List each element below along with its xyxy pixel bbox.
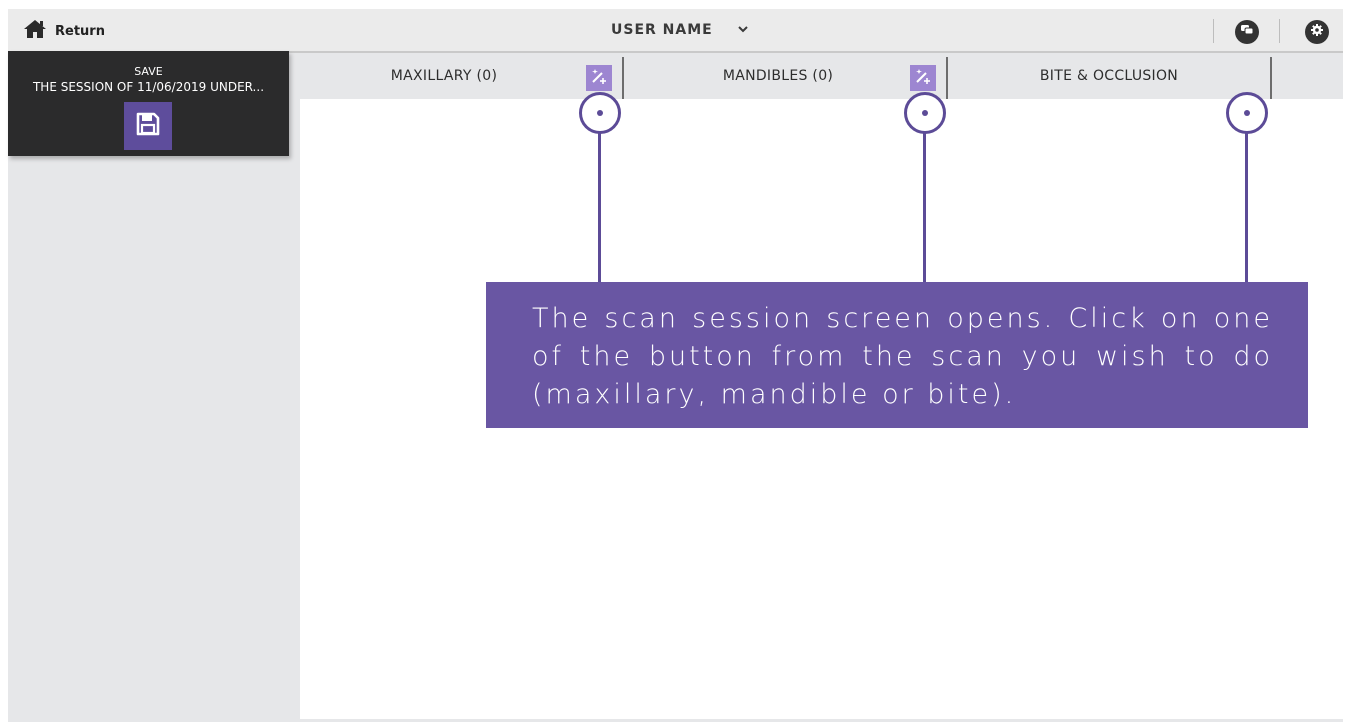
session-name: THE SESSION OF 11/06/2019 UNDER... xyxy=(32,80,265,94)
settings-button[interactable] xyxy=(1305,20,1329,44)
tab-bite-occlusion-label: BITE & OCCLUSION xyxy=(1039,68,1179,84)
return-label: Return xyxy=(55,23,105,39)
callout-line-maxillary xyxy=(598,133,601,282)
tab-maxillary[interactable]: MAXILLARY (0) xyxy=(300,53,588,99)
user-menu[interactable]: USER NAME xyxy=(611,21,749,39)
chat-button[interactable] xyxy=(1235,20,1259,44)
callout-line-mandibles xyxy=(923,133,926,282)
callout-pin-bite xyxy=(1226,92,1268,134)
home-icon xyxy=(23,19,47,44)
floppy-disk-icon xyxy=(135,111,161,142)
instruction-callout: The scan session screen opens. Click on … xyxy=(486,282,1308,428)
chevron-down-icon xyxy=(737,21,749,39)
callout-pin-maxillary xyxy=(579,92,621,134)
pin-dot xyxy=(597,110,603,116)
tab-divider xyxy=(1270,57,1272,101)
add-mandibles-scan-button[interactable] xyxy=(910,65,936,91)
callout-pin-mandibles xyxy=(904,92,946,134)
pin-dot xyxy=(1244,110,1250,116)
magic-wand-icon xyxy=(590,67,608,90)
magic-wand-icon xyxy=(914,67,932,90)
callout-line-bite xyxy=(1245,133,1248,282)
add-maxillary-scan-button[interactable] xyxy=(586,65,612,91)
scan-tabs: MAXILLARY (0) MANDIBLES (0) BITE & OCCLU… xyxy=(300,53,1343,101)
pin-dot xyxy=(922,110,928,116)
tab-mandibles[interactable]: MANDIBLES (0) xyxy=(624,53,932,99)
top-bar: Return USER NAME xyxy=(8,9,1343,53)
save-label: SAVE xyxy=(134,65,163,78)
tab-maxillary-label: MAXILLARY (0) xyxy=(390,68,498,84)
gear-icon xyxy=(1310,23,1324,42)
chat-icon xyxy=(1240,23,1254,41)
user-name: USER NAME xyxy=(611,22,713,38)
save-button[interactable] xyxy=(124,102,172,150)
tab-mandibles-label: MANDIBLES (0) xyxy=(722,68,834,84)
return-button[interactable]: Return xyxy=(23,19,105,44)
topbar-divider xyxy=(1279,19,1280,43)
save-session-panel: SAVE THE SESSION OF 11/06/2019 UNDER... xyxy=(8,51,289,156)
tab-bite-occlusion[interactable]: BITE & OCCLUSION xyxy=(948,53,1270,99)
topbar-divider xyxy=(1213,19,1214,43)
